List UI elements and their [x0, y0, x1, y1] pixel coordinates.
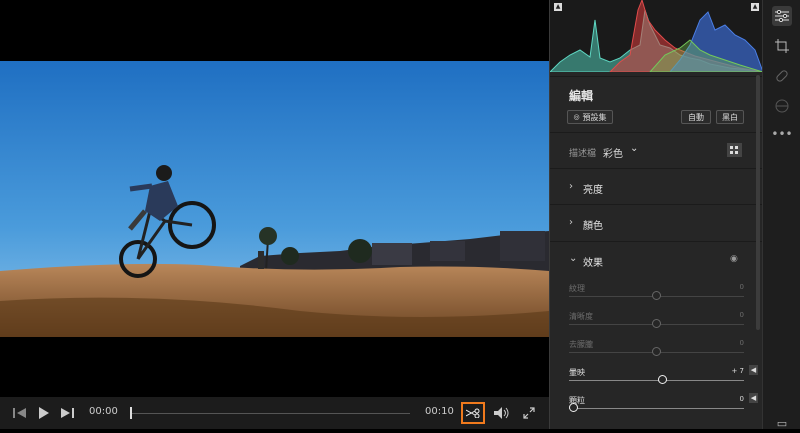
- effects-title[interactable]: 效果: [583, 254, 603, 269]
- color-section[interactable]: › 顏色: [550, 204, 763, 242]
- shadow-clip-icon[interactable]: ▲: [554, 3, 562, 11]
- play-icon[interactable]: [36, 404, 52, 422]
- current-time: 00:00: [89, 406, 118, 417]
- slider-knob[interactable]: [569, 403, 578, 412]
- slider-value: 0: [739, 311, 744, 319]
- presets-icon: ◎: [573, 113, 580, 121]
- volume-icon[interactable]: [493, 404, 511, 422]
- profile-section: 描述檔 彩色 ⌄: [550, 132, 763, 169]
- slider-label: 清晰度: [569, 312, 593, 321]
- video-frame-image: [0, 61, 549, 337]
- slider-value[interactable]: 0: [740, 395, 744, 403]
- slider-knob: [652, 291, 661, 300]
- presets-label: 預設集: [582, 112, 607, 122]
- edit-heading: 編輯: [569, 89, 594, 103]
- profile-browser-icon[interactable]: [727, 143, 742, 157]
- skip-back-icon[interactable]: [12, 404, 28, 422]
- histogram: ▲ ▲: [548, 0, 764, 73]
- slider-track[interactable]: [569, 380, 744, 381]
- slider-label: 去朦朧: [569, 340, 593, 349]
- edit-panel: ▲ ▲ 編輯 ◎ 預設集 自動 黑白 描述檔 彩色 ⌄ › 亮度 › 顏色 ⌄ …: [548, 0, 764, 430]
- edit-header-section: 編輯 ◎ 預設集 自動 黑白: [550, 76, 763, 133]
- slider-reset-icon[interactable]: ◀: [749, 365, 758, 375]
- profile-dropdown[interactable]: 彩色: [603, 145, 623, 160]
- highlight-clip-icon[interactable]: ▲: [751, 3, 759, 11]
- chevron-down-icon[interactable]: ⌄: [630, 143, 638, 154]
- video-frame[interactable]: [0, 61, 549, 337]
- bw-button[interactable]: 黑白: [716, 110, 744, 124]
- trim-icon[interactable]: [461, 402, 485, 424]
- slider-knob: [652, 347, 661, 356]
- slider-value: 0: [739, 283, 744, 291]
- slider-value: 0: [739, 339, 744, 347]
- presets-button[interactable]: ◎ 預設集: [567, 110, 613, 124]
- playhead[interactable]: [130, 407, 132, 419]
- slider-knob: [652, 319, 661, 328]
- mask-icon[interactable]: [772, 96, 792, 116]
- chevron-right-icon: ›: [569, 217, 573, 228]
- slider-label: 暈映: [569, 368, 585, 377]
- more-icon[interactable]: •••: [771, 124, 792, 144]
- light-section[interactable]: › 亮度: [550, 168, 763, 205]
- slider-reset-icon[interactable]: ◀: [749, 393, 758, 403]
- skip-forward-icon[interactable]: [59, 404, 75, 422]
- crop-icon[interactable]: [772, 36, 792, 56]
- auto-label: 自動: [688, 112, 704, 122]
- auto-button[interactable]: 自動: [681, 110, 711, 124]
- video-stage: [0, 0, 549, 397]
- timeline[interactable]: [130, 407, 410, 419]
- light-title: 亮度: [583, 185, 603, 196]
- sliders-icon[interactable]: [772, 6, 792, 26]
- healing-icon[interactable]: [772, 66, 792, 86]
- bw-label: 黑白: [722, 112, 738, 122]
- chevron-right-icon: ›: [569, 181, 573, 192]
- slider-track[interactable]: [569, 408, 744, 409]
- effects-section: ⌄ 效果 ◉ 紋理 0 清晰度 0 去朦朧 0 暈映 + 7 ◀ 顆粒 0 ◀: [550, 241, 763, 430]
- comment-icon[interactable]: ▭: [772, 413, 792, 433]
- timeline-track: [130, 413, 410, 414]
- panel-scrollbar[interactable]: [756, 75, 760, 330]
- eye-icon[interactable]: ◉: [730, 254, 738, 264]
- histogram-graph: [548, 0, 764, 73]
- fullscreen-icon[interactable]: [521, 404, 537, 422]
- chevron-down-icon[interactable]: ⌄: [569, 253, 577, 264]
- total-time: 00:10: [425, 406, 454, 417]
- tool-rail: ••• ▭: [762, 0, 800, 430]
- profile-label: 描述檔: [569, 149, 597, 159]
- slider-value[interactable]: + 7: [731, 367, 744, 375]
- slider-knob[interactable]: [657, 375, 667, 384]
- color-title: 顏色: [583, 221, 603, 232]
- slider-label: 紋理: [569, 284, 585, 293]
